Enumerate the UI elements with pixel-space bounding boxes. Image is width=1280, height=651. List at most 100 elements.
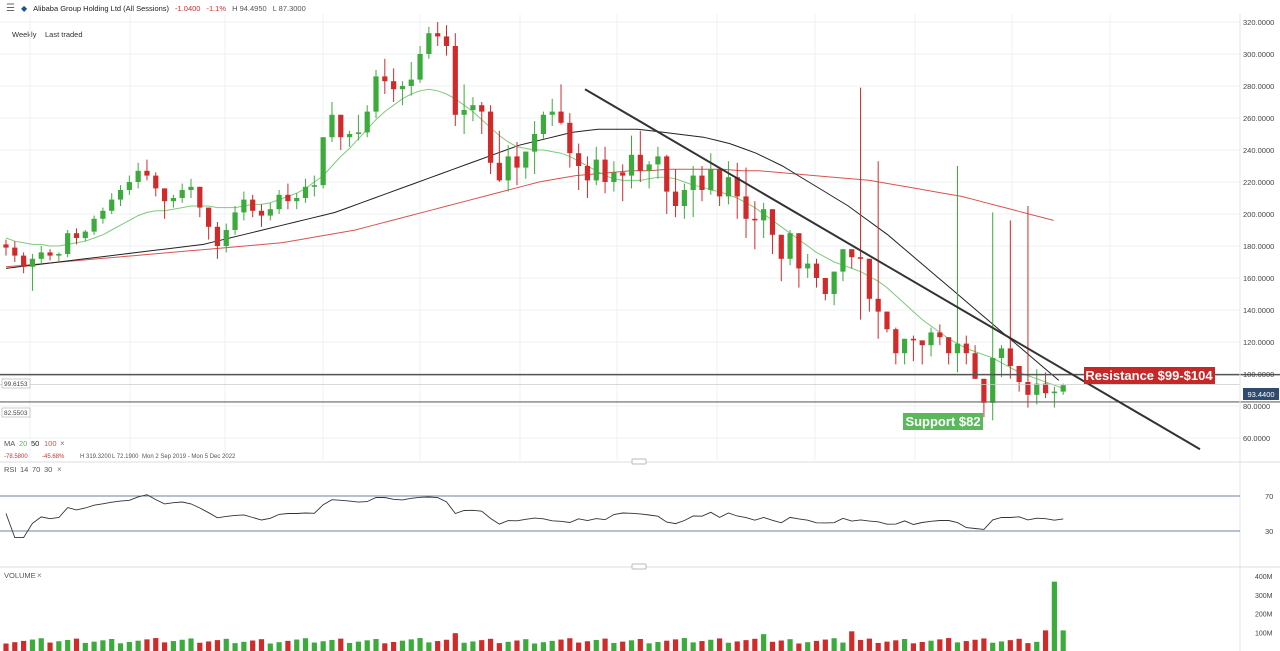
rsi-period[interactable]: 14	[20, 465, 28, 474]
ma50-period[interactable]: 50	[31, 439, 39, 448]
candle-body	[294, 198, 300, 202]
volume-bar	[1025, 643, 1031, 651]
volume-bar	[135, 640, 141, 651]
candle-body	[3, 244, 9, 248]
ma20-period[interactable]: 20	[19, 439, 27, 448]
volume-bar	[505, 641, 511, 651]
price-axis[interactable]: 320.0000 300.0000 280.0000 260.0000 240.0000…	[1239, 14, 1274, 651]
volume-bar	[787, 639, 793, 651]
candle-body	[1051, 391, 1057, 394]
candle-body	[672, 191, 679, 206]
volume-bar	[576, 642, 582, 651]
pane-resize-handle-2[interactable]	[631, 563, 647, 570]
volume-bar	[602, 638, 608, 651]
candle-body	[505, 156, 511, 181]
volume-bar	[725, 642, 732, 651]
volume-bar	[831, 638, 837, 651]
volume-bar	[214, 640, 221, 651]
ma50-line	[5, 128, 1060, 381]
volume-bar	[928, 640, 934, 651]
candle-body	[778, 234, 784, 259]
pane-resize-handle-1[interactable]	[631, 458, 647, 465]
candle-body	[963, 343, 969, 354]
candle-body	[928, 332, 934, 346]
volume-bar	[813, 640, 820, 651]
rsi-close-icon[interactable]: ×	[57, 465, 62, 474]
candle-body	[373, 76, 379, 112]
candle-body	[417, 54, 423, 80]
volume-bar	[161, 642, 168, 651]
volume-bar	[875, 642, 881, 651]
candle-body	[355, 132, 361, 134]
candle-body	[29, 258, 36, 267]
candle-body	[796, 233, 802, 269]
candle-body	[840, 249, 846, 272]
price-tick-label: 160.0000	[1243, 274, 1274, 283]
candle-body	[919, 340, 925, 346]
volume-bar	[910, 643, 917, 651]
candle-body	[329, 114, 335, 138]
ma-stat-low: L 72.1900	[112, 454, 139, 460]
candle-body	[664, 156, 670, 192]
volume-bar	[179, 639, 185, 651]
rsi-lower-param[interactable]: 30	[44, 465, 52, 474]
resistance-label[interactable]: Resistance $99-$104	[1085, 368, 1213, 383]
volume-bar	[452, 633, 458, 651]
volume-close-icon[interactable]: ×	[37, 571, 42, 580]
candle-body	[805, 263, 811, 269]
volume-bar	[417, 638, 423, 651]
volume-bar	[681, 638, 687, 651]
volume-bar	[778, 640, 784, 651]
candle-body	[364, 111, 370, 133]
volume-bar	[646, 643, 652, 651]
volume-bar	[902, 639, 908, 651]
volume-bar	[496, 643, 502, 651]
candle-body	[946, 337, 952, 354]
candle-body	[602, 159, 608, 182]
candle-body	[276, 194, 282, 210]
volume-bar	[769, 641, 776, 651]
ma100-period[interactable]: 100	[44, 439, 57, 448]
candle-body	[153, 175, 159, 189]
price-tick-label: 180.0000	[1243, 242, 1274, 251]
candle-body	[38, 252, 44, 259]
volume-bar	[188, 638, 194, 651]
volume-bar	[399, 640, 406, 651]
candle-body	[902, 338, 908, 354]
candle-body	[954, 343, 961, 354]
candle-body	[452, 46, 458, 115]
rsi-upper-param[interactable]: 70	[32, 465, 40, 474]
candle-body	[338, 114, 344, 138]
volume-bar	[285, 640, 291, 651]
candle-body	[646, 164, 652, 171]
volume-bar	[153, 638, 159, 651]
candle-body	[399, 86, 406, 90]
candle-body	[479, 105, 485, 112]
volume-bar	[584, 641, 591, 651]
candle-body	[100, 210, 106, 219]
rsi-lower-tick: 30	[1265, 527, 1273, 536]
candle-body	[496, 162, 502, 181]
trendline[interactable]	[584, 88, 1201, 451]
candle-body	[743, 196, 749, 219]
chart-canvas[interactable]: 320.0000 300.0000 280.0000 260.0000 240.0000…	[0, 0, 1280, 651]
candle-body	[391, 81, 397, 90]
volume-bar	[47, 642, 53, 651]
volume-bar	[302, 638, 309, 651]
candle-body	[893, 329, 899, 354]
candle-body	[875, 298, 881, 312]
candle-body	[831, 271, 837, 294]
volume-tick-label: 400M	[1255, 574, 1273, 581]
candle-body	[285, 194, 291, 202]
ma-close-icon[interactable]: ×	[60, 439, 65, 448]
trendline-path	[584, 88, 1201, 451]
support-label[interactable]: Support $82	[905, 414, 980, 429]
volume-bar	[954, 642, 961, 651]
candle-body	[179, 190, 185, 198]
volume-bar	[628, 640, 635, 651]
volume-bar	[170, 641, 176, 651]
candle-body	[426, 33, 432, 54]
volume-bar	[664, 640, 670, 651]
price-tick-label: 120.0000	[1243, 338, 1274, 347]
volume-bar	[197, 642, 203, 651]
